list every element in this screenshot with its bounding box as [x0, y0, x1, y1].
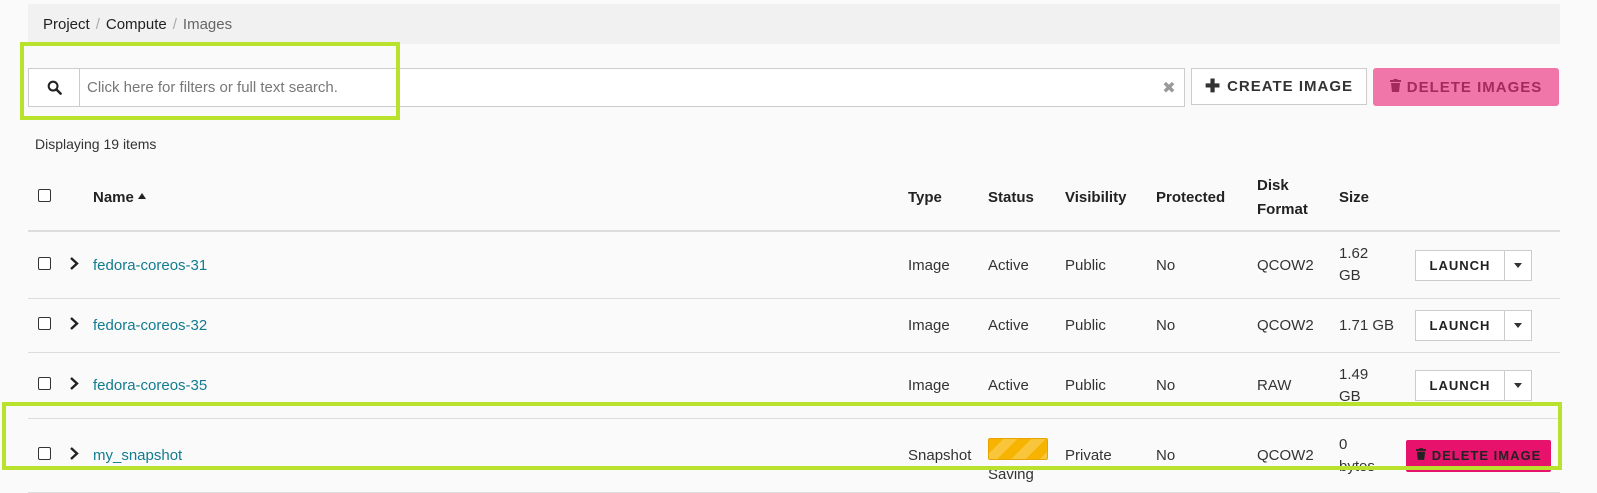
column-header-protected[interactable]: Protected [1155, 166, 1256, 232]
breadcrumb-project[interactable]: Project [43, 16, 90, 33]
search-input[interactable] [80, 69, 1154, 106]
row-checkbox[interactable] [38, 447, 51, 460]
image-status: Active [987, 352, 1064, 419]
image-size: 1.62 GB [1338, 231, 1405, 299]
saving-progress-bar [988, 437, 1048, 460]
image-visibility: Public [1064, 231, 1155, 299]
column-header-disk-format[interactable]: Disk Format [1256, 166, 1338, 232]
image-type: Snapshot [907, 418, 987, 493]
chevron-right-icon[interactable] [69, 377, 79, 390]
delete-image-button[interactable]: DELETE IMAGE [1406, 439, 1551, 472]
image-protected: No [1155, 352, 1256, 419]
image-type: Image [907, 352, 987, 419]
create-image-label: CREATE IMAGE [1227, 78, 1353, 95]
image-visibility: Public [1064, 298, 1155, 353]
delete-images-label: DELETE IMAGES [1406, 78, 1543, 96]
trash-icon [1389, 78, 1401, 96]
column-header-type[interactable]: Type [907, 166, 987, 232]
search-bar: ✖ [28, 68, 1185, 107]
caret-down-icon [1514, 383, 1522, 388]
launch-dropdown-toggle[interactable] [1505, 371, 1531, 400]
image-type: Image [907, 231, 987, 299]
image-visibility: Public [1064, 352, 1155, 419]
image-disk-format: QCOW2 [1256, 298, 1338, 353]
breadcrumb-compute[interactable]: Compute [106, 16, 167, 33]
disk-label: Disk [1257, 177, 1289, 194]
chevron-right-icon[interactable] [69, 447, 79, 460]
launch-button-group: LAUNCH [1415, 370, 1532, 401]
plus-icon: ✚ [1205, 76, 1222, 96]
sort-ascending-icon [137, 193, 146, 199]
image-protected: No [1155, 298, 1256, 353]
format-label: Format [1257, 201, 1308, 218]
trash-icon [1415, 448, 1426, 463]
search-icon[interactable] [29, 69, 80, 106]
launch-button-group: LAUNCH [1415, 310, 1532, 341]
breadcrumb: Project / Compute / Images [28, 4, 1560, 44]
image-protected: No [1155, 418, 1256, 493]
launch-button[interactable]: LAUNCH [1416, 371, 1505, 400]
chevron-right-icon[interactable] [69, 256, 79, 270]
launch-dropdown-toggle[interactable] [1505, 251, 1531, 280]
table-header-row: Name Type Status Visibility Protected Di… [28, 166, 1560, 232]
images-table: Name Type Status Visibility Protected Di… [28, 166, 1560, 493]
size-value: 1.49 [1339, 365, 1369, 383]
breadcrumb-images: Images [182, 15, 233, 33]
size-unit: bytes [1339, 457, 1375, 475]
image-disk-format: QCOW2 [1256, 231, 1338, 299]
item-count: Displaying 19 items [35, 136, 157, 152]
select-all-checkbox[interactable] [38, 189, 51, 202]
image-visibility: Private [1064, 418, 1155, 493]
delete-image-label: DELETE IMAGE [1431, 448, 1542, 463]
image-disk-format: RAW [1256, 352, 1338, 419]
launch-dropdown-toggle[interactable] [1505, 311, 1531, 340]
image-status: Active [987, 298, 1064, 353]
image-name-link[interactable]: fedora-coreos-35 [93, 377, 207, 394]
size-unit: GB [1339, 387, 1361, 405]
image-status: Active [987, 231, 1064, 299]
create-image-button[interactable]: ✚ CREATE IMAGE [1191, 68, 1367, 105]
table-row: fedora-coreos-35 Image Active Public No … [28, 352, 1560, 419]
size-value: 1.62 [1339, 245, 1369, 262]
image-status: Saving [987, 418, 1064, 493]
table-row: my_snapshot Snapshot Saving Private No Q… [28, 418, 1560, 493]
launch-button-group: LAUNCH [1415, 249, 1532, 281]
row-checkbox[interactable] [38, 256, 51, 270]
caret-down-icon [1514, 323, 1522, 328]
size-value: 0 [1339, 435, 1348, 453]
image-name-link[interactable]: fedora-coreos-32 [93, 317, 207, 334]
table-row: fedora-coreos-32 Image Active Public No … [28, 298, 1560, 353]
image-disk-format: QCOW2 [1256, 418, 1338, 493]
delete-images-button[interactable]: DELETE IMAGES [1373, 68, 1559, 106]
launch-button[interactable]: LAUNCH [1416, 250, 1505, 280]
toolbar: ✖ ✚ CREATE IMAGE DELETE IMAGES [28, 68, 1559, 107]
table-row: fedora-coreos-31 Image Active Public No … [28, 231, 1560, 299]
column-name-label: Name [93, 189, 134, 206]
clear-x-icon[interactable]: ✖ [1154, 78, 1184, 98]
column-header-size[interactable]: Size [1338, 166, 1405, 232]
launch-button[interactable]: LAUNCH [1416, 311, 1505, 340]
image-name-link[interactable]: my_snapshot [93, 447, 182, 464]
row-checkbox[interactable] [38, 317, 51, 330]
image-size: 1.49 GB [1338, 352, 1405, 419]
image-protected: No [1155, 231, 1256, 299]
breadcrumb-separator: / [95, 15, 100, 33]
size-unit: GB [1339, 267, 1361, 284]
column-header-status[interactable]: Status [987, 166, 1064, 232]
caret-down-icon [1514, 262, 1522, 268]
image-type: Image [907, 298, 987, 353]
status-text: Saving [988, 465, 1034, 483]
chevron-right-icon[interactable] [69, 317, 79, 330]
image-name-link[interactable]: fedora-coreos-31 [93, 257, 207, 274]
image-size: 0 bytes [1338, 418, 1405, 493]
column-header-name[interactable]: Name [92, 166, 907, 232]
column-header-visibility[interactable]: Visibility [1064, 166, 1155, 232]
breadcrumb-separator: / [172, 15, 177, 33]
image-size: 1.71 GB [1338, 298, 1405, 353]
row-checkbox[interactable] [38, 377, 51, 390]
